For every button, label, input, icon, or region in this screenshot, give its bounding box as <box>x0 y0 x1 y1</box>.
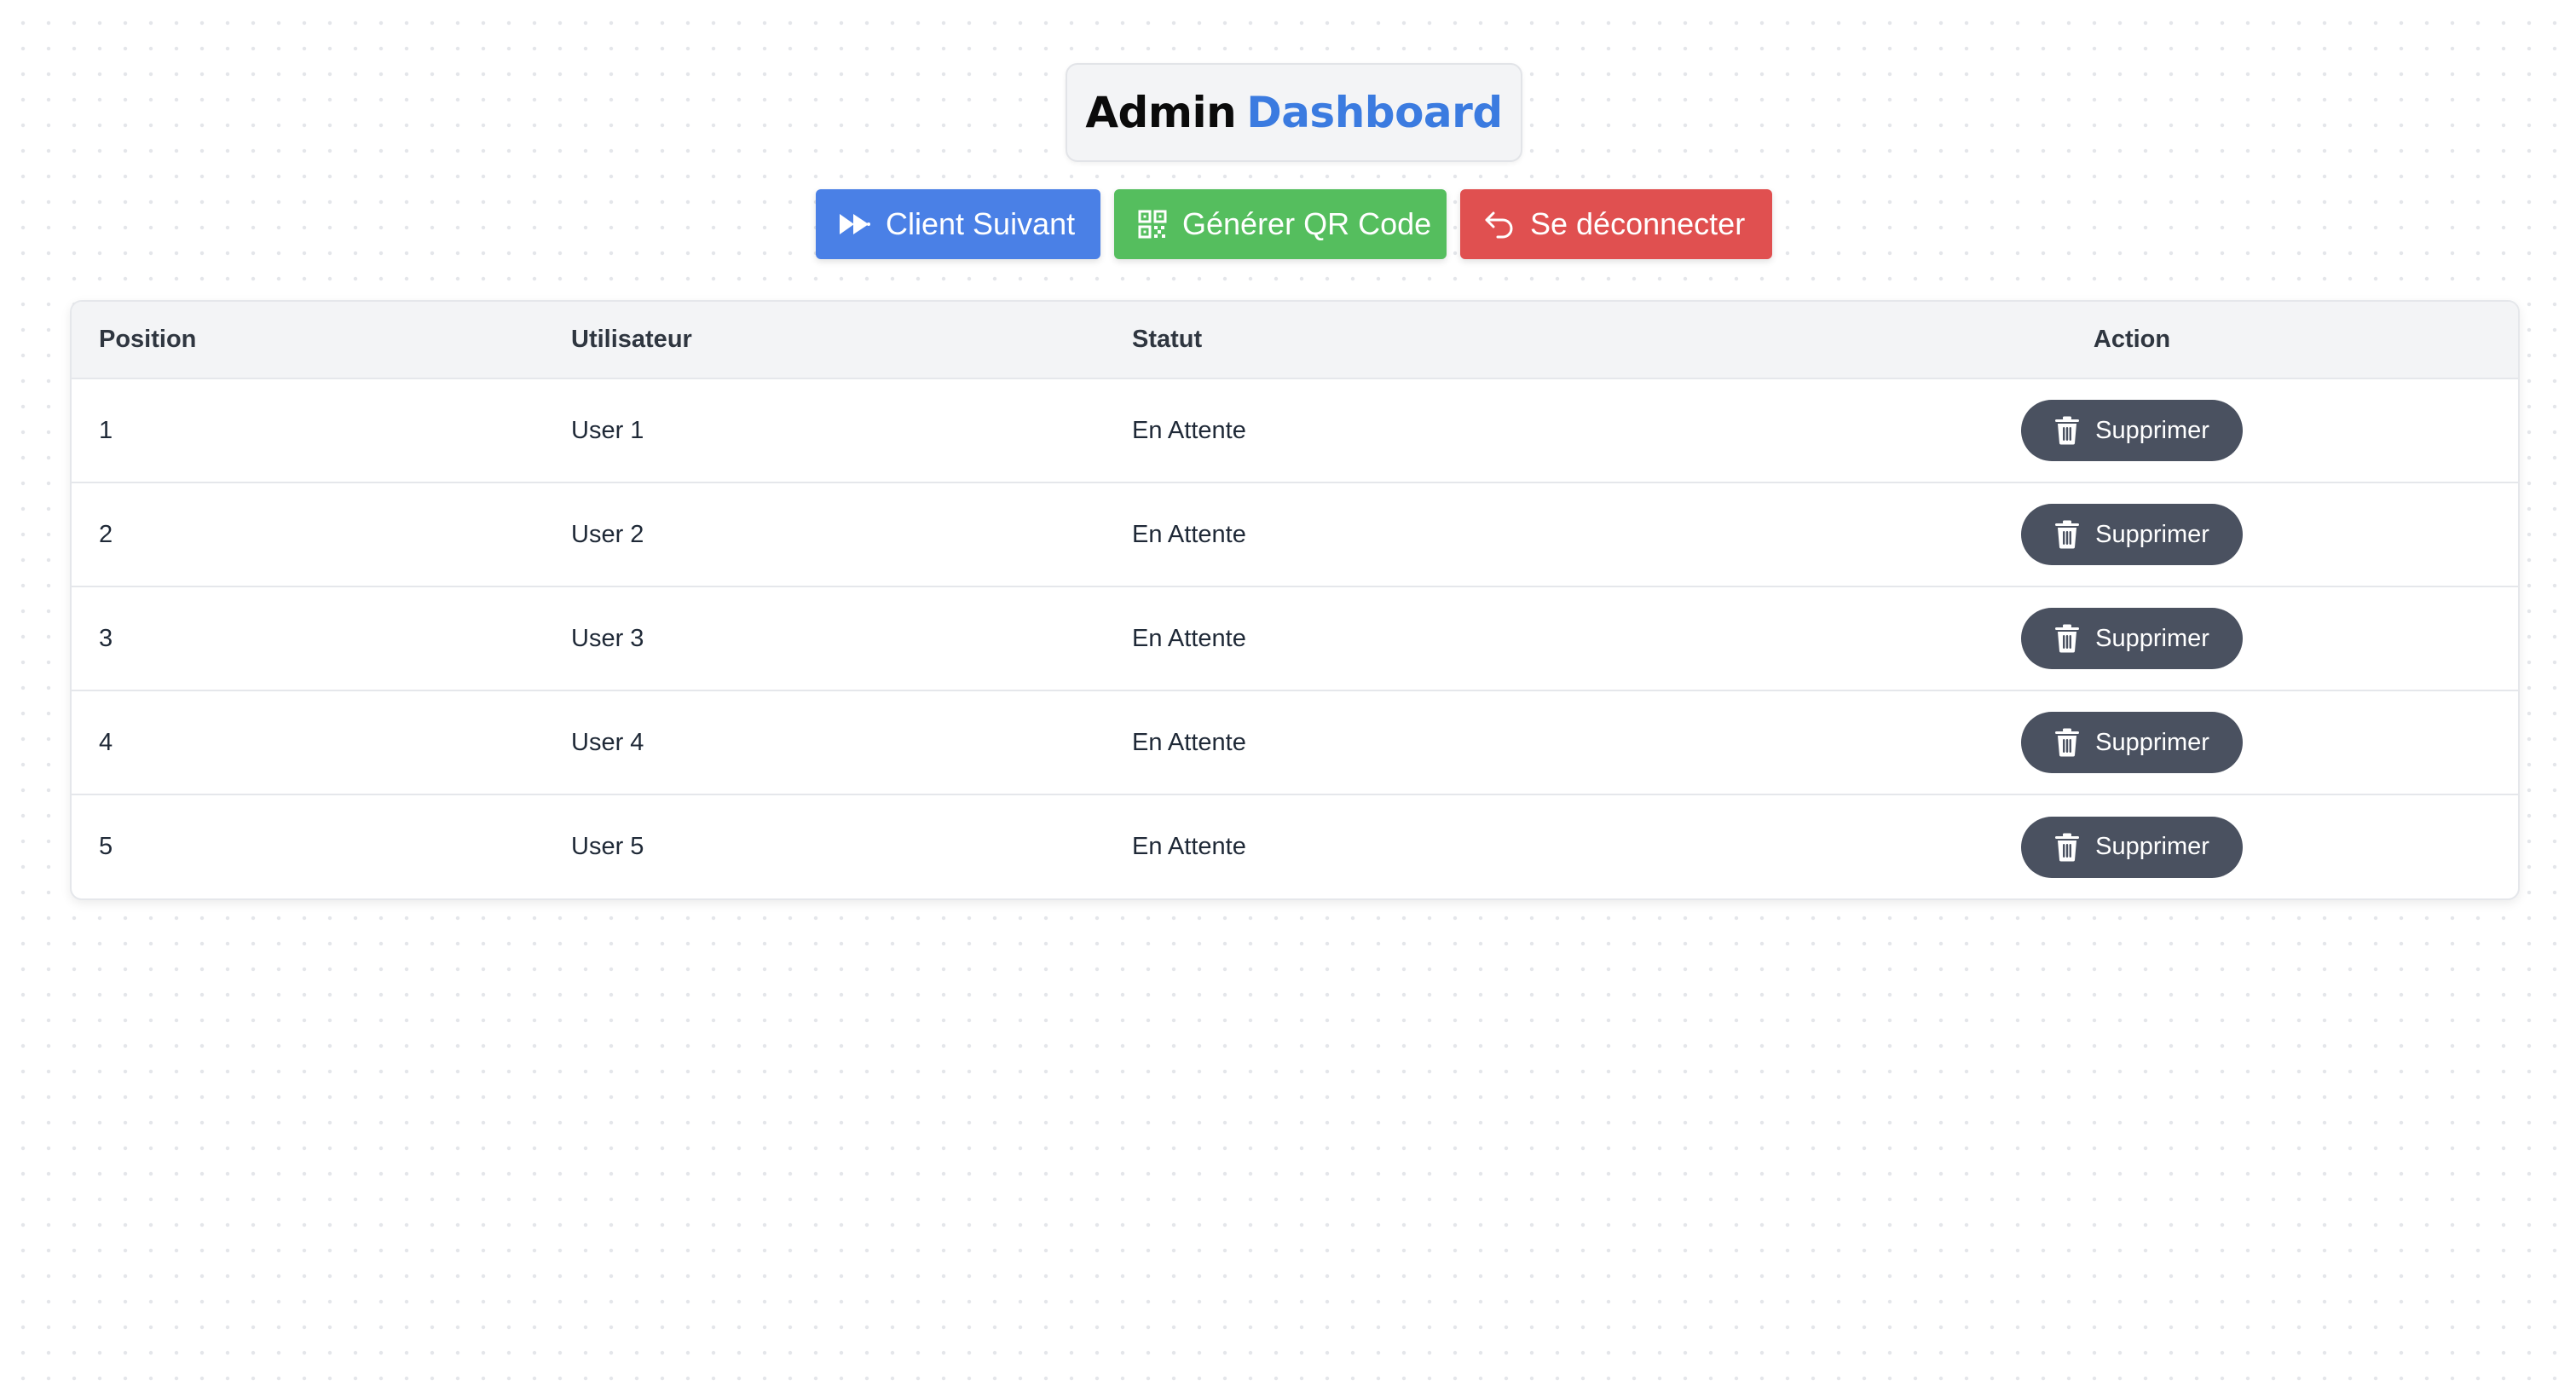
table-row: 5 User 5 En Attente Supprimer <box>72 794 2518 898</box>
cell-user: User 4 <box>544 690 1105 794</box>
table-row: 2 User 2 En Attente Supprimer <box>72 482 2518 586</box>
qr-code-icon <box>1138 210 1167 239</box>
cell-user: User 1 <box>571 416 644 444</box>
cell-action: Supprimer <box>1746 378 2518 482</box>
cell-position: 2 <box>72 482 544 586</box>
dashboard-title-card: Admin Dashboard <box>1066 63 1522 162</box>
delete-button[interactable]: Supprimer <box>2021 400 2243 461</box>
cell-status: En Attente <box>1105 690 1746 794</box>
cell-action: Supprimer <box>1746 586 2518 690</box>
queue-table-card: Position Utilisateur Statut Action 1 Use… <box>70 300 2520 900</box>
next-client-label: Client Suivant <box>886 206 1076 241</box>
cell-position: 4 <box>72 690 544 794</box>
cell-status: En Attente <box>1105 794 1746 898</box>
cell-action: Supprimer <box>1746 690 2518 794</box>
delete-button[interactable]: Supprimer <box>2021 816 2243 878</box>
cell-user: User 2 <box>544 482 1105 586</box>
delete-button[interactable]: Supprimer <box>2021 608 2243 669</box>
fast-forward-icon <box>840 214 870 234</box>
delete-button[interactable]: Supprimer <box>2021 712 2243 773</box>
cell-position: 1 <box>99 416 113 444</box>
delete-label: Supprimer <box>2095 833 2209 860</box>
trash-icon <box>2055 416 2080 445</box>
cell-status: En Attente <box>1105 586 1746 690</box>
cell-action: Supprimer <box>1746 794 2518 898</box>
page-title-dashboard: Dashboard <box>1246 88 1503 137</box>
logout-arrow-icon <box>1485 211 1513 239</box>
column-header-status: Statut <box>1105 302 1746 379</box>
logout-button[interactable]: Se déconnecter <box>1460 189 1772 259</box>
column-header-action: Action <box>1746 302 2518 379</box>
trash-icon <box>2055 624 2080 653</box>
cell-user: User 5 <box>544 794 1105 898</box>
table-row: 4 User 4 En Attente Supprimer <box>72 690 2518 794</box>
cell-action: Supprimer <box>1746 482 2518 586</box>
queue-table: Position Utilisateur Statut Action 1 Use… <box>72 302 2518 898</box>
generate-qr-label: Générer QR Code <box>1182 206 1432 241</box>
page-title-admin: Admin <box>1085 88 1237 137</box>
generate-qr-button[interactable]: Générer QR Code <box>1114 189 1447 259</box>
table-header-row: Position Utilisateur Statut Action <box>72 302 2518 379</box>
next-client-button[interactable]: Client Suivant <box>816 189 1100 259</box>
cell-status: En Attente <box>1132 416 1246 444</box>
column-header-user: Utilisateur <box>544 302 1105 379</box>
trash-icon <box>2055 520 2080 549</box>
cell-position: 5 <box>72 794 544 898</box>
cell-status: En Attente <box>1105 482 1746 586</box>
delete-label: Supprimer <box>2095 416 2209 444</box>
delete-label: Supprimer <box>2095 624 2209 652</box>
delete-label: Supprimer <box>2095 728 2209 756</box>
cell-position: 3 <box>72 586 544 690</box>
table-row: 1 User 1 En Attente Supprimer <box>72 378 2518 482</box>
trash-icon <box>2055 728 2080 757</box>
delete-label: Supprimer <box>2095 520 2209 548</box>
column-header-position: Position <box>72 302 544 379</box>
table-row: 3 User 3 En Attente Supprimer <box>72 586 2518 690</box>
delete-button[interactable]: Supprimer <box>2021 504 2243 565</box>
logout-label: Se déconnecter <box>1530 206 1746 241</box>
cell-user: User 3 <box>544 586 1105 690</box>
trash-icon <box>2055 833 2080 861</box>
